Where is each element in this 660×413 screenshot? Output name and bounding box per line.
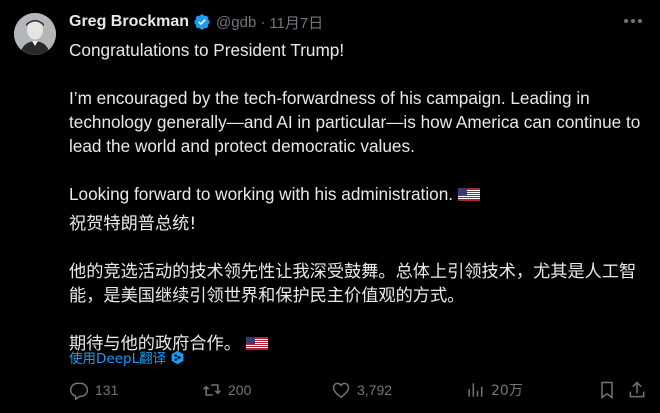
deepl-icon: [171, 350, 184, 364]
avatar[interactable]: [14, 13, 56, 55]
repost-icon: [203, 384, 221, 396]
us-flag-icon: [458, 188, 481, 201]
separator-dot: ·: [260, 13, 266, 31]
tweet-date[interactable]: 11月7日: [269, 12, 323, 33]
us-flag-icon: [245, 337, 268, 350]
tweet-text: Congratulations to President Trump! I’m …: [69, 38, 654, 356]
translate-label[interactable]: 使用DeepL翻译: [69, 347, 166, 367]
tweet-line: 能，是美国继续引领世界和保护民主价值观的方式。: [69, 286, 465, 306]
author-name[interactable]: Greg Brockman: [69, 13, 189, 31]
action-bar: 131 200 3,792 20万: [69, 380, 647, 408]
repost-button[interactable]: 200: [202, 380, 251, 400]
repost-count: 200: [228, 382, 252, 398]
reply-count: 131: [95, 382, 119, 398]
tweet-line: lead the world and protect democratic va…: [69, 136, 415, 156]
heart-icon: [332, 382, 350, 398]
tweet-line: technology generally—and AI in particula…: [69, 112, 641, 132]
views-count: 20万: [491, 383, 523, 399]
author-handle[interactable]: @gdb: [216, 14, 256, 31]
bookmark-button[interactable]: [597, 380, 623, 400]
tweet-line: 祝贺特朗普总统!: [69, 214, 197, 234]
reply-icon: [69, 382, 89, 400]
share-button[interactable]: [627, 380, 653, 400]
profile-photo: [14, 13, 56, 55]
like-button[interactable]: 3,792: [331, 380, 392, 400]
bookmark-icon: [601, 381, 613, 399]
reply-button[interactable]: 131: [69, 380, 118, 400]
share-icon: [629, 381, 645, 398]
views-chart-icon: [468, 383, 483, 397]
tweet-line: 他的竞选活动的技术领先性让我深受鼓舞。总体上引领技术，尤其是人工智: [69, 262, 637, 282]
more-options-icon[interactable]: [622, 12, 644, 30]
tweet-line: Looking forward to working with his admi…: [69, 184, 454, 204]
views-button[interactable]: 20万: [465, 380, 523, 400]
like-count: 3,792: [357, 382, 393, 398]
tweet-line: I’m encouraged by the tech-forwardness o…: [69, 88, 590, 108]
verified-badge-icon: [194, 14, 210, 30]
translate-link[interactable]: 使用DeepL翻译: [69, 347, 185, 367]
tweet-line: Congratulations to President Trump!: [69, 40, 345, 60]
tweet-header: Greg Brockman @gdb · 11月7日: [69, 11, 323, 33]
tweet-line-with-flag: Looking forward to working with his admi…: [69, 182, 654, 206]
